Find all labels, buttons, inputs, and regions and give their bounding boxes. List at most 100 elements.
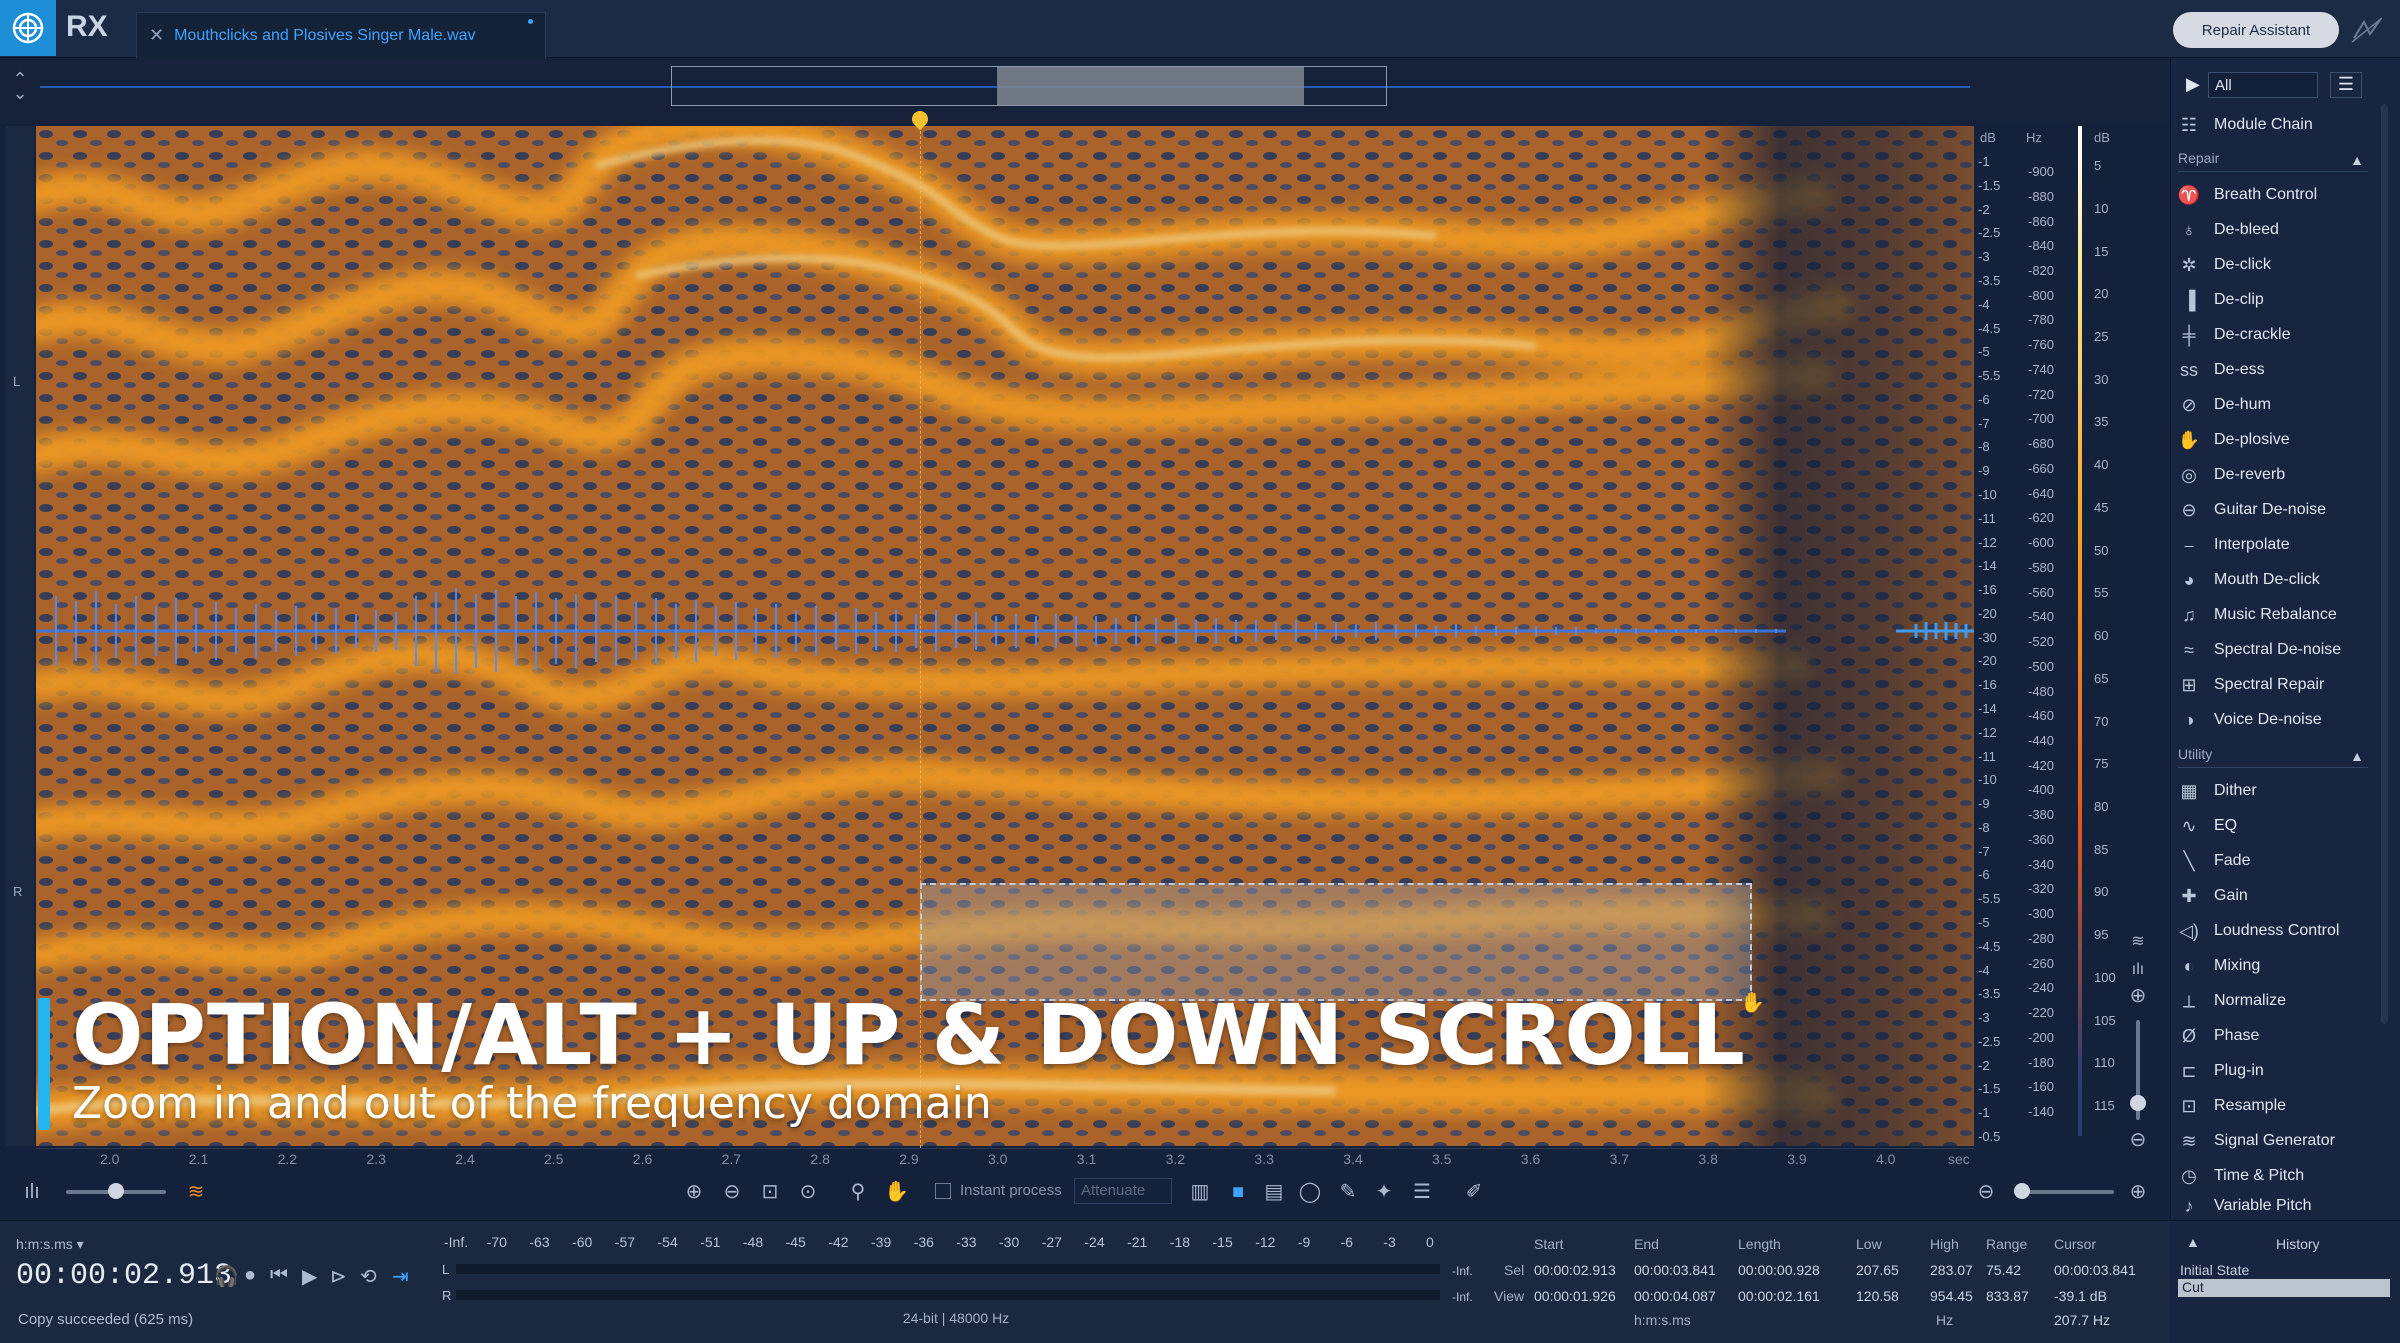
zoom-selection-icon[interactable]: ⊡ [758, 1180, 782, 1204]
waveform-view-icon[interactable]: ılı [20, 1180, 44, 1204]
zoom-in-horizontal-icon[interactable]: ⊕ [2126, 1180, 2150, 1204]
utility-module-item[interactable]: ⊏ Plug-in [2176, 1054, 2366, 1088]
utility-module-item[interactable]: ╲ Fade [2176, 844, 2366, 878]
repair-module-item[interactable]: ✲ De-click [2176, 248, 2366, 282]
repair-module-item[interactable]: ⊖ Guitar De-noise [2176, 493, 2366, 527]
repair-module-item[interactable]: ⊘ De-hum [2176, 388, 2366, 422]
module-list-menu-icon[interactable]: ☰ [2330, 72, 2362, 98]
repair-module-item[interactable]: ♫ Music Rebalance [2176, 598, 2366, 632]
utility-module-item[interactable]: ∿ EQ [2176, 809, 2366, 843]
utility-module-item[interactable]: Ø Phase [2176, 1019, 2366, 1053]
frequency-selection-tool-icon[interactable]: ▤ [1262, 1180, 1286, 1204]
repair-module-item[interactable]: ≈ Spectral De-noise [2176, 633, 2366, 667]
zoom-fit-icon[interactable]: ⊙ [796, 1180, 820, 1204]
time-selection-tool-icon[interactable]: ▥ [1188, 1180, 1212, 1204]
channel-right-label[interactable]: R [13, 884, 22, 899]
sel-length[interactable]: 00:00:00.928 [1738, 1262, 1820, 1278]
repair-module-item[interactable]: ▐ De-clip [2176, 283, 2366, 317]
sidebar-scrollbar[interactable] [2381, 104, 2388, 1024]
utility-module-item[interactable]: ⟂ Normalize [2176, 984, 2366, 1018]
harmonic-selection-icon[interactable]: ☰ [1410, 1180, 1434, 1204]
view-length[interactable]: 00:00:02.161 [1738, 1288, 1820, 1304]
hand-tool-icon[interactable]: ✋ [884, 1180, 909, 1204]
utility-section-header[interactable]: Utility ▲ [2178, 746, 2368, 768]
waveform-spectrogram-knob[interactable] [108, 1183, 124, 1199]
utility-module-item[interactable]: ✚ Gain [2176, 879, 2366, 913]
utility-module-item[interactable]: ▦ Dither [2176, 774, 2366, 808]
module-chain-item[interactable]: ☷ Module Chain [2176, 108, 2313, 142]
sel-start[interactable]: 00:00:02.913 [1534, 1262, 1616, 1278]
zoom-in-icon[interactable]: ⊕ [682, 1180, 706, 1204]
repair-module-item[interactable]: ◎ De-reverb [2176, 458, 2366, 492]
view-low[interactable]: 120.58 [1856, 1288, 1899, 1304]
attenuate-select[interactable]: Attenuate [1074, 1178, 1172, 1204]
loop-button[interactable]: ⟲ [360, 1264, 377, 1289]
channel-left-label[interactable]: L [13, 374, 20, 389]
utility-module-item[interactable]: ◁) Loudness Control [2176, 914, 2366, 948]
view-range[interactable]: 833.87 [1986, 1288, 2029, 1304]
izotope-logo-icon[interactable] [0, 0, 56, 56]
record-button[interactable]: ● [244, 1264, 256, 1287]
time-format-select[interactable]: h:m:s.ms ▾ [16, 1236, 84, 1253]
waveform-logo-icon[interactable] [2350, 14, 2384, 46]
hz-tick-label: -660 [2028, 460, 2055, 476]
brush-tool-icon[interactable]: ✎ [1336, 1180, 1360, 1204]
zoom-out-horizontal-icon[interactable]: ⊖ [1974, 1180, 1998, 1204]
zoom-out-vertical-icon[interactable]: ⊖ [2126, 1128, 2150, 1152]
repair-module-item[interactable]: ⊞ Spectral Repair [2176, 668, 2366, 702]
spectrogram-view-icon[interactable]: ≋ [184, 1180, 208, 1204]
repair-module-item[interactable]: ╪ De-crackle [2176, 318, 2366, 352]
repair-module-item[interactable]: ◑ Voice De-noise [2176, 703, 2366, 737]
repair-assistant-button[interactable]: Repair Assistant [2173, 12, 2339, 48]
sel-low[interactable]: 207.65 [1856, 1262, 1899, 1278]
preview-play-icon[interactable]: ▶ [2186, 74, 2200, 95]
repair-module-item[interactable]: ⎯ Interpolate [2176, 528, 2366, 562]
instant-process-checkbox[interactable] [935, 1183, 951, 1199]
zoom-in-vertical-icon[interactable]: ⊕ [2126, 984, 2150, 1008]
zoom-tool-icon[interactable]: ⚲ [846, 1180, 870, 1204]
utility-module-item[interactable]: ≋ Signal Generator [2176, 1124, 2366, 1158]
module-filter-select[interactable]: All [2208, 72, 2318, 98]
view-high[interactable]: 954.45 [1930, 1288, 1973, 1304]
view-end[interactable]: 00:00:04.087 [1634, 1288, 1716, 1304]
sel-high[interactable]: 283.07 [1930, 1262, 1973, 1278]
vertical-zoom-knob[interactable] [2130, 1095, 2146, 1111]
sel-end[interactable]: 00:00:03.841 [1634, 1262, 1716, 1278]
headphones-icon[interactable]: 🎧 [214, 1264, 239, 1289]
frequency-time-selection[interactable] [920, 883, 1752, 1001]
time-ruler[interactable]: 2.0 2.1 2.2 2.3 2.4 2.5 2.6 2.7 2.8 2.9 3.0 3.1 3.2 3… [36, 1148, 1974, 1170]
pencil-tool-icon[interactable]: ✐ [1462, 1180, 1486, 1204]
repair-module-item[interactable]: ♈ Breath Control [2176, 178, 2366, 212]
time-frequency-selection-tool-icon[interactable]: ■ [1226, 1180, 1250, 1204]
repair-module-item[interactable]: ♁ De-bleed [2176, 213, 2366, 247]
overview-selection[interactable] [997, 67, 1304, 105]
collapse-overview-icon[interactable]: ⌃ ⌄ [10, 70, 30, 102]
horizontal-zoom-knob[interactable] [2014, 1183, 2030, 1199]
spectrogram-settings-icon[interactable]: ≋ [2126, 930, 2150, 954]
view-start[interactable]: 00:00:01.926 [1534, 1288, 1616, 1304]
close-tab-icon[interactable]: ✕ [149, 25, 164, 46]
history-item[interactable]: Initial State [2180, 1262, 2249, 1278]
magic-wand-tool-icon[interactable]: ✦ [1372, 1180, 1396, 1204]
utility-module-item[interactable]: ⊡ Resample [2176, 1089, 2366, 1123]
history-collapse-icon[interactable]: ▲ [2186, 1234, 2200, 1250]
repair-module-item[interactable]: ◕ Mouth De-click [2176, 563, 2366, 597]
follow-playhead-button[interactable]: ⇥ [392, 1264, 409, 1289]
zoom-out-icon[interactable]: ⊖ [720, 1180, 744, 1204]
rewind-button[interactable]: ⏮ [270, 1264, 288, 1287]
repair-section-header[interactable]: Repair ▲ [2178, 150, 2368, 172]
collapse-utility-icon[interactable]: ▲ [2350, 748, 2364, 764]
repair-module-item[interactable]: ss De-ess [2176, 353, 2366, 387]
file-tab[interactable]: ✕ Mouthclicks and Plosives Singer Male.w… [136, 12, 546, 58]
play-selection-button[interactable]: ⊳ [330, 1264, 347, 1289]
repair-module-item[interactable]: ✋ De-plosive [2176, 423, 2366, 457]
play-button[interactable]: ▶ [302, 1264, 317, 1289]
history-item-selected[interactable]: Cut [2178, 1279, 2390, 1297]
lasso-tool-icon[interactable]: ◯ [1298, 1180, 1322, 1204]
waveform-settings-icon[interactable]: ılı [2126, 958, 2150, 982]
utility-module-item[interactable]: ◷ Time & Pitch [2176, 1159, 2366, 1193]
utility-module-item[interactable]: ◐ Mixing [2176, 949, 2366, 983]
sel-range[interactable]: 75.42 [1986, 1262, 2021, 1278]
collapse-repair-icon[interactable]: ▲ [2350, 152, 2364, 168]
utility-module-item[interactable]: ♪ Variable Pitch [2176, 1194, 2366, 1218]
